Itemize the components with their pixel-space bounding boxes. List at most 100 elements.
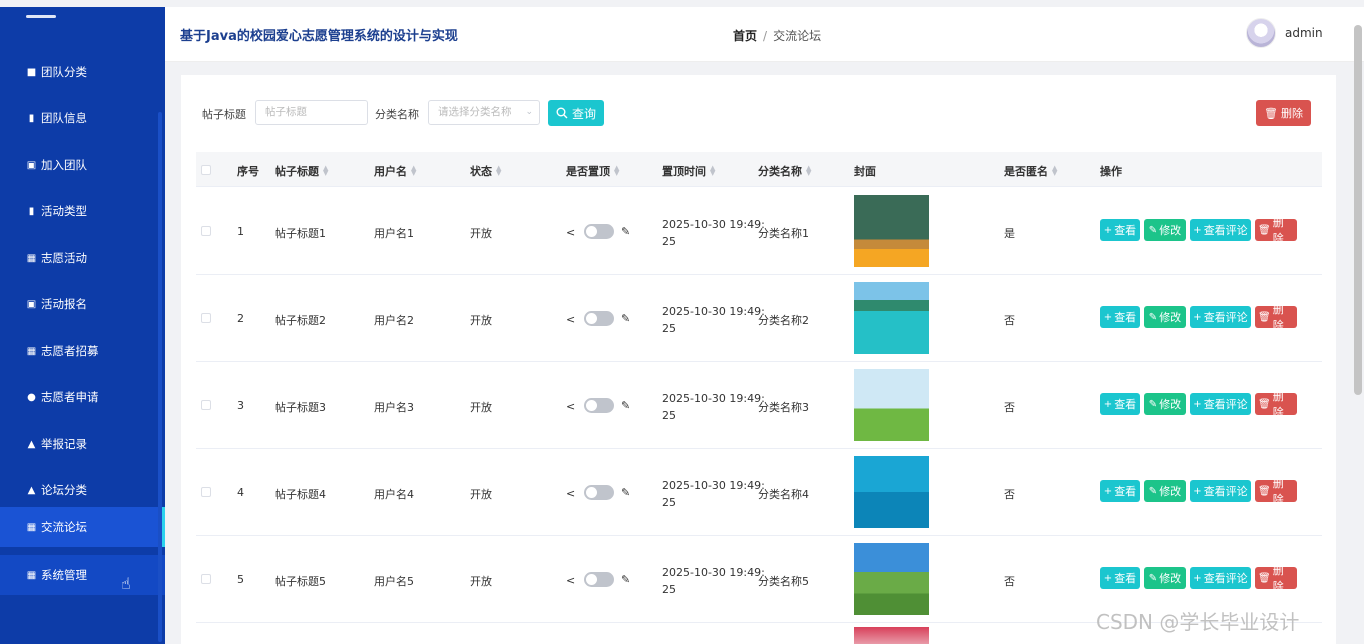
pencil-icon[interactable]: ✎ bbox=[621, 399, 630, 412]
sidebar: ■ 团队分类 ▮ 团队信息 ▣ 加入团队 ▮ 活动类型 ▦ 志愿活动 ▣ 活动报名 ▦ 志愿者招募 ● 志愿者… bbox=[0, 7, 165, 644]
edit-button[interactable]: ✎ 修改 bbox=[1144, 480, 1186, 502]
sidebar-item-4[interactable]: ▮ 活动类型 bbox=[0, 191, 165, 231]
sidebar-item-9[interactable]: ▲ 举报记录 bbox=[0, 424, 165, 464]
view-button[interactable]: + 查看 bbox=[1100, 306, 1140, 328]
column-header-2[interactable]: 帖子标题 ▲ ▼ bbox=[275, 163, 328, 179]
sidebar-item-1[interactable]: ■ 团队分类 bbox=[0, 52, 165, 92]
action-label: 删除 bbox=[1272, 477, 1284, 506]
edit-button[interactable]: ✎ 修改 bbox=[1144, 393, 1186, 415]
category-select-placeholder: 请选择分类名称 bbox=[438, 106, 512, 118]
edit-button[interactable]: ✎ 修改 bbox=[1144, 219, 1186, 241]
pencil-icon[interactable]: ✎ bbox=[621, 225, 630, 238]
sort-icon[interactable]: ▲ ▼ bbox=[710, 165, 715, 177]
column-header-7[interactable]: 分类名称 ▲ ▼ bbox=[758, 163, 811, 179]
title-search-input[interactable]: 帖子标题 bbox=[255, 100, 368, 125]
pin-toggle[interactable] bbox=[584, 311, 614, 326]
page-scrollbar[interactable] bbox=[1354, 25, 1362, 395]
sort-icon[interactable]: ▲ ▼ bbox=[496, 165, 501, 177]
column-header-label: 分类名称 bbox=[758, 165, 802, 178]
column-header-4[interactable]: 状态 ▲ ▼ bbox=[470, 163, 501, 179]
column-header-8: 封面 bbox=[854, 163, 876, 179]
sidebar-item-label: 志愿者申请 bbox=[41, 390, 99, 404]
sidebar-item-label: 系统管理 bbox=[41, 568, 87, 582]
table-row: 4 帖子标题4 用户名4 开放 < ✎ 2025-10-30 19:49: 25 分类名称4 否 +… bbox=[196, 449, 1322, 536]
sidebar-item-3[interactable]: ▣ 加入团队 bbox=[0, 145, 165, 185]
action-label: 删除 bbox=[1272, 303, 1284, 332]
row-checkbox[interactable] bbox=[201, 313, 211, 323]
action-label: 修改 bbox=[1159, 398, 1182, 411]
query-button[interactable]: 查询 bbox=[548, 100, 604, 126]
delete-button[interactable]: 🗑 删除 bbox=[1255, 477, 1297, 506]
sort-icon[interactable]: ▲ ▼ bbox=[806, 165, 811, 177]
trash-icon: 🗑 bbox=[1258, 485, 1271, 497]
delete-button[interactable]: 🗑 删除 bbox=[1255, 216, 1297, 245]
column-header-6[interactable]: 置顶时间 ▲ ▼ bbox=[662, 163, 715, 179]
sort-icon[interactable]: ▲ ▼ bbox=[411, 165, 416, 177]
select-all-checkbox[interactable] bbox=[201, 165, 211, 175]
pencil-icon[interactable]: ✎ bbox=[621, 486, 630, 499]
action-label: 查看评论 bbox=[1203, 311, 1248, 324]
view-comments-button[interactable]: + 查看评论 bbox=[1190, 393, 1251, 415]
sidebar-item-10[interactable]: ▲ 论坛分类 bbox=[0, 470, 165, 510]
column-header-3[interactable]: 用户名 ▲ ▼ bbox=[374, 163, 416, 179]
row-checkbox[interactable] bbox=[201, 226, 211, 236]
edit-button[interactable]: ✎ 修改 bbox=[1144, 567, 1186, 589]
sidebar-item-12[interactable]: ▦ 系统管理 bbox=[0, 555, 165, 595]
header: 基于Java的校园爱心志愿管理系统的设计与实现 首页 / 交流论坛 admin bbox=[165, 7, 1364, 62]
pin-toggle[interactable] bbox=[584, 572, 614, 587]
sidebar-item-2[interactable]: ▮ 团队信息 bbox=[0, 98, 165, 138]
category-name: 分类名称2 bbox=[758, 314, 809, 327]
view-comments-button[interactable]: + 查看评论 bbox=[1190, 480, 1251, 502]
row-checkbox[interactable] bbox=[201, 487, 211, 497]
view-button[interactable]: + 查看 bbox=[1100, 219, 1140, 241]
sort-icon[interactable]: ▲ ▼ bbox=[614, 165, 619, 177]
column-header-5[interactable]: 是否置顶 ▲ ▼ bbox=[566, 163, 619, 179]
pencil-icon[interactable]: ✎ bbox=[621, 312, 630, 325]
view-button[interactable]: + 查看 bbox=[1100, 393, 1140, 415]
pin-time-line1: 2025-10-30 19:49: bbox=[662, 218, 765, 231]
pin-toggle[interactable] bbox=[584, 485, 614, 500]
sidebar-item-partial bbox=[26, 15, 56, 18]
column-header-9[interactable]: 是否匿名 ▲ ▼ bbox=[1004, 163, 1057, 179]
delete-button[interactable]: 🗑 删除 bbox=[1255, 390, 1297, 419]
share-icon[interactable]: < bbox=[566, 313, 575, 326]
sort-icon[interactable]: ▲ ▼ bbox=[323, 165, 328, 177]
view-button[interactable]: + 查看 bbox=[1100, 567, 1140, 589]
sidebar-item-11[interactable]: ▦ 交流论坛 bbox=[0, 507, 165, 547]
view-comments-button[interactable]: + 查看评论 bbox=[1190, 219, 1251, 241]
cover-image bbox=[854, 282, 929, 354]
pin-time-line1: 2025-10-30 19:49: bbox=[662, 479, 765, 492]
delete-button[interactable]: 🗑 删除 bbox=[1255, 303, 1297, 332]
view-button[interactable]: + 查看 bbox=[1100, 480, 1140, 502]
pin-toggle[interactable] bbox=[584, 398, 614, 413]
anonymous-flag: 否 bbox=[1004, 488, 1015, 501]
view-comments-button[interactable]: + 查看评论 bbox=[1190, 567, 1251, 589]
bulk-delete-button[interactable]: 🗑 删除 bbox=[1256, 100, 1311, 126]
share-icon[interactable]: < bbox=[566, 574, 575, 587]
sort-icon[interactable]: ▲ ▼ bbox=[1052, 165, 1057, 177]
action-label: 查看评论 bbox=[1203, 398, 1248, 411]
grid-icon: ▦ bbox=[26, 521, 37, 533]
pencil-icon[interactable]: ✎ bbox=[621, 573, 630, 586]
sidebar-item-5[interactable]: ▦ 志愿活动 bbox=[0, 238, 165, 278]
sidebar-item-6[interactable]: ▣ 活动报名 bbox=[0, 284, 165, 324]
sidebar-scrollbar[interactable] bbox=[158, 112, 162, 642]
row-checkbox[interactable] bbox=[201, 574, 211, 584]
delete-button[interactable]: 🗑 删除 bbox=[1255, 564, 1297, 593]
sidebar-item-8[interactable]: ● 志愿者申请 bbox=[0, 377, 165, 417]
avatar[interactable] bbox=[1246, 18, 1276, 48]
share-icon[interactable]: < bbox=[566, 400, 575, 413]
anonymous-flag: 否 bbox=[1004, 401, 1015, 414]
row-checkbox[interactable] bbox=[201, 400, 211, 410]
pin-toggle[interactable] bbox=[584, 224, 614, 239]
sidebar-item-7[interactable]: ▦ 志愿者招募 bbox=[0, 331, 165, 371]
category-select[interactable]: 请选择分类名称 ⌄ bbox=[428, 100, 540, 125]
cover-image-partial bbox=[854, 627, 929, 644]
username-label[interactable]: admin bbox=[1285, 26, 1323, 40]
edit-button[interactable]: ✎ 修改 bbox=[1144, 306, 1186, 328]
breadcrumb-home[interactable]: 首页 bbox=[733, 29, 757, 43]
action-label: 修改 bbox=[1159, 224, 1182, 237]
view-comments-button[interactable]: + 查看评论 bbox=[1190, 306, 1251, 328]
share-icon[interactable]: < bbox=[566, 487, 575, 500]
share-icon[interactable]: < bbox=[566, 226, 575, 239]
